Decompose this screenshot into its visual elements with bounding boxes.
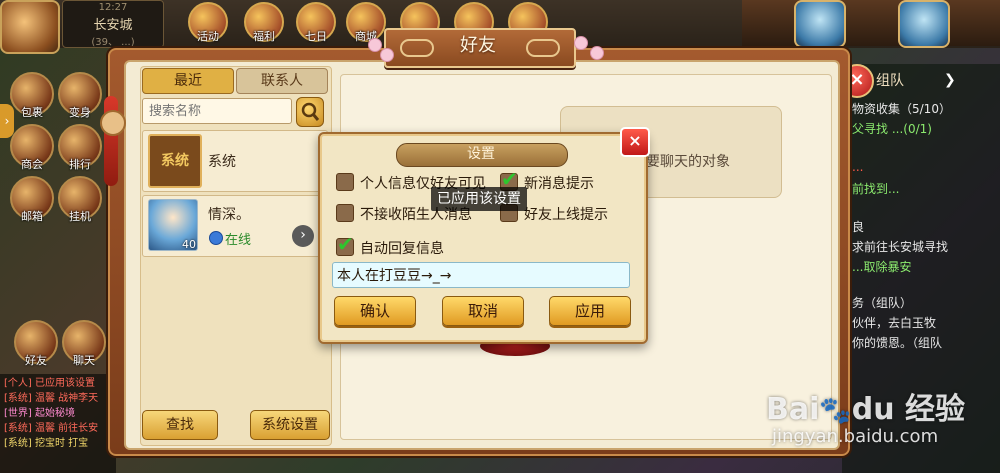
quest-line: 你的馈恩。（组队 (852, 336, 943, 350)
quest-line: 伙伴，去白玉牧 (852, 316, 937, 330)
ranking-label: 排行 (69, 158, 91, 171)
guild-icon[interactable]: 商会 (10, 124, 54, 171)
seven-day-icon[interactable]: 七日 (296, 2, 336, 43)
quest-line: 前找到... (852, 182, 900, 196)
team-tab[interactable]: 组队 (876, 70, 904, 90)
clock-text: 12:27 (98, 2, 128, 13)
chat-icon[interactable]: 聊天 (62, 320, 106, 367)
friend-name: 情深。 (208, 207, 250, 223)
quest-line: 物资收集（5/10） (852, 102, 951, 116)
auto-reply-checkbox[interactable]: ✔ (336, 232, 354, 256)
checkmark-icon: ✔ (501, 167, 518, 191)
quest-line: ... (852, 160, 864, 174)
pet-avatar[interactable] (794, 0, 846, 48)
auto-reply-input[interactable] (332, 262, 630, 288)
auto-battle-label: 挂机 (69, 210, 91, 223)
tab-recent[interactable]: 最近 (142, 68, 234, 94)
chevron-right-icon[interactable]: ❯ (944, 72, 956, 88)
blossom-decoration (590, 46, 604, 60)
player-portrait[interactable] (0, 0, 60, 54)
mail-icon[interactable]: 邮箱 (10, 176, 54, 223)
quest-line: 父寻找 ...(0/1) (852, 122, 932, 136)
friends-icon[interactable]: 好友 (14, 320, 58, 367)
blossom-decoration (574, 36, 588, 50)
blossom-decoration (380, 48, 394, 62)
transform-icon[interactable]: 变身 (58, 72, 102, 119)
location-name[interactable]: 长安城 (63, 14, 163, 33)
system-name: 系统 (208, 154, 236, 170)
cancel-button[interactable]: 取消 (442, 296, 524, 326)
chat-line: [系统] 温馨 战神李天 (4, 393, 99, 404)
friends-only-info-checkbox[interactable] (336, 173, 354, 191)
chat-hint-text: 要聊天的对象 (646, 154, 730, 170)
apply-button[interactable]: 应用 (549, 296, 631, 326)
baidu-watermark-logo: Bai🐾du 经验 (766, 392, 966, 427)
ranking-icon[interactable]: 排行 (58, 124, 102, 171)
activity-label: 活动 (197, 30, 219, 43)
blossom-decoration (368, 38, 382, 52)
chat-line: [系统] 温馨 前往长安 (4, 423, 99, 434)
location-panel: 12:27 长安城 (39、 ...) (62, 0, 164, 48)
new-message-tip-label: 新消息提示 (524, 176, 594, 192)
team-hud (742, 0, 1000, 46)
bag-icon[interactable]: 包裹 (10, 72, 54, 119)
chat-line: [个人] 已应用该设置 (4, 378, 95, 389)
friend-status: 在线 (225, 233, 252, 248)
chat-line: [系统] 挖宝时 打宝 (4, 438, 89, 449)
mall-label: 商城 (355, 30, 377, 43)
friend-search-input[interactable] (142, 98, 292, 124)
friend-online-tip-label: 好友上线提示 (524, 207, 608, 223)
checkmark-icon: ✔ (337, 232, 354, 256)
quest-line: ...取除暴安 (852, 260, 912, 274)
chevron-right-icon[interactable]: › (292, 225, 314, 247)
charm-knot-decoration (100, 110, 126, 136)
quest-line: 良 (852, 220, 865, 234)
welfare-icon[interactable]: 福利 (244, 2, 284, 43)
world-chat-log[interactable]: [个人] 已应用该设置 [系统] 温馨 战神李天 [世界] 起始秘境 [系统] … (0, 374, 116, 473)
search-icon[interactable] (296, 97, 324, 127)
teammate-avatar[interactable] (898, 0, 950, 48)
find-button[interactable]: 查找 (142, 410, 218, 440)
reject-strangers-checkbox[interactable] (336, 204, 354, 222)
welfare-label: 福利 (253, 30, 275, 43)
quest-line: 求前往长安城寻找 (852, 240, 949, 254)
close-icon[interactable]: × (620, 127, 650, 157)
seven-day-label: 七日 (305, 30, 327, 43)
activity-icon[interactable]: 活动 (188, 2, 228, 43)
tab-contacts[interactable]: 联系人 (236, 68, 328, 94)
mall-icon[interactable]: 商城 (346, 2, 386, 43)
auto-battle-icon[interactable]: 挂机 (58, 176, 102, 223)
watermark-url: jingyan.baidu.com (772, 426, 939, 447)
quest-line: 务（组队） (852, 296, 913, 310)
chat-label: 聊天 (73, 354, 95, 367)
window-title: 好友 (460, 35, 496, 56)
chat-line: [世界] 起始秘境 (4, 408, 75, 419)
transform-label: 变身 (69, 106, 91, 119)
auto-reply-label: 自动回复信息 (360, 241, 444, 257)
confirm-button[interactable]: 确认 (334, 296, 416, 326)
system-settings-button[interactable]: 系统设置 (250, 410, 330, 440)
dialog-title: 设置 (467, 146, 495, 162)
system-avatar: 系统 (148, 134, 202, 188)
friend-level: 40 (182, 238, 196, 251)
toast-message: 已应用该设置 (431, 187, 527, 211)
online-status-icon (209, 231, 223, 245)
